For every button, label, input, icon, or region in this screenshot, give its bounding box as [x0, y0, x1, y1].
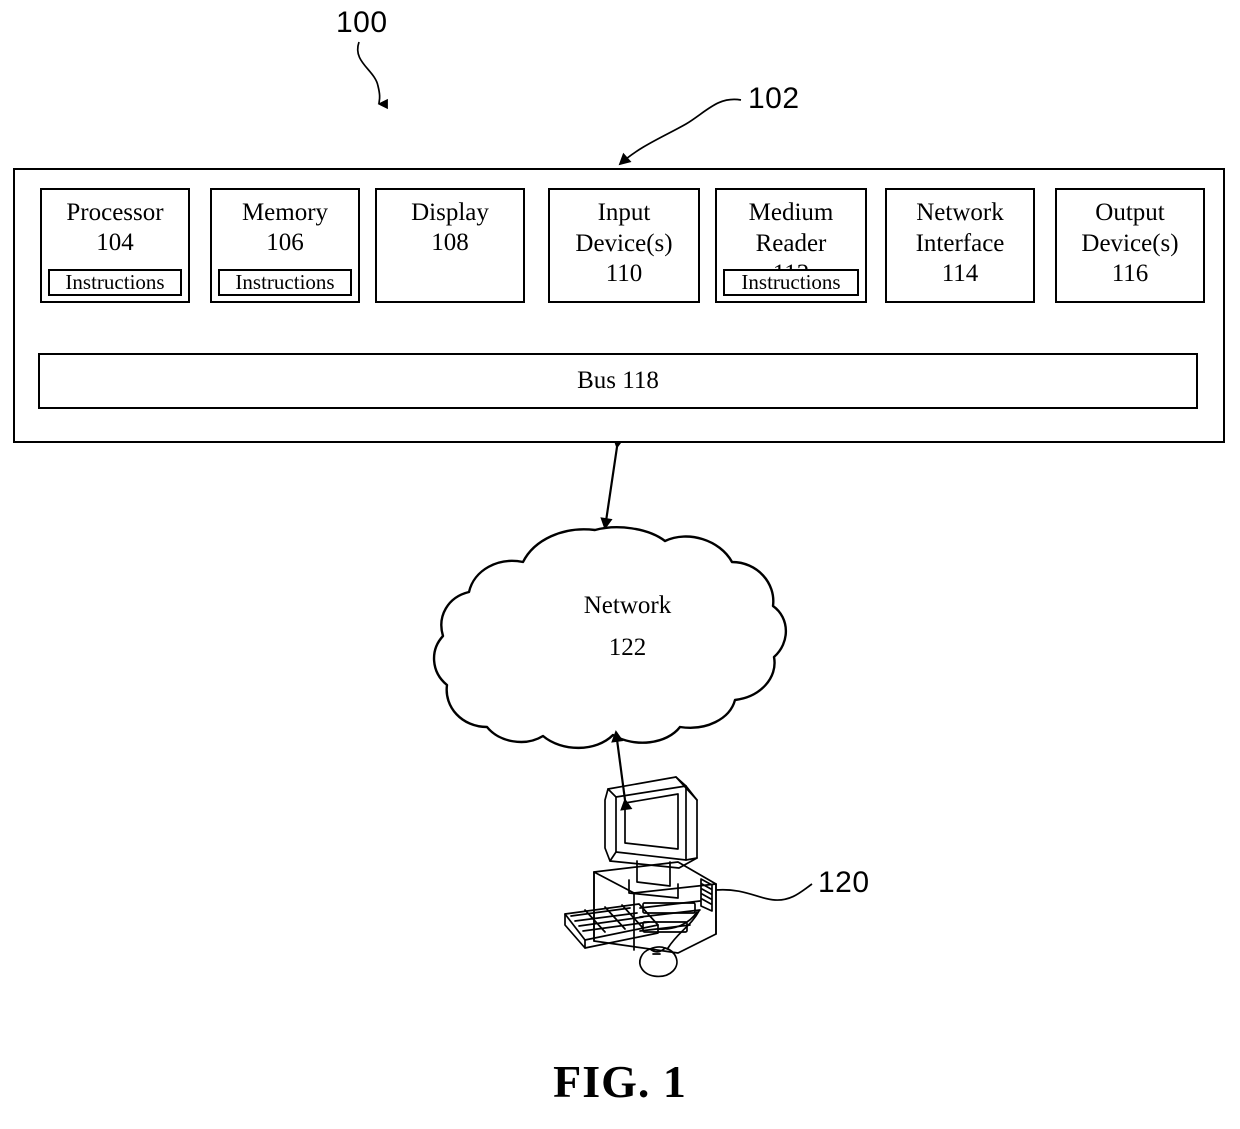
bus-label: Bus 118 — [577, 367, 659, 394]
monitor-screen — [624, 793, 679, 850]
keyboard — [564, 903, 659, 949]
component-number-memory: 106 — [266, 229, 304, 256]
ref-numeral-100: 100 — [336, 6, 388, 39]
component-title-network-interface: Network Interface — [915, 199, 1005, 257]
leader-line-102 — [618, 98, 742, 166]
component-title-medium-reader: Medium Reader — [748, 199, 834, 257]
network-label: Network — [583, 592, 672, 619]
instructions-box-medium-reader: Instructions — [723, 269, 859, 296]
figure-caption: FIG. 1 — [553, 1056, 687, 1107]
component-number-output-devices: 116 — [1111, 260, 1149, 287]
patent-figure: 100 102 120 Processor 104 Instructions Memo… — [0, 0, 1240, 1129]
component-block-processor: Processor 104 Instructions — [40, 188, 190, 303]
ref-numeral-120: 120 — [818, 866, 870, 899]
component-number-processor: 104 — [96, 229, 134, 256]
instructions-box-memory: Instructions — [218, 269, 352, 296]
network-number: 122 — [608, 634, 647, 661]
component-block-output-devices: Output Device(s) 116 — [1055, 188, 1205, 303]
component-number-display: 108 — [431, 229, 469, 256]
component-title-output-devices: Output Device(s) — [1081, 199, 1179, 257]
component-title-processor: Processor — [66, 199, 164, 226]
component-title-input-devices: Input Device(s) — [575, 199, 673, 257]
component-title-display: Display — [411, 199, 489, 226]
client-computer-illustration — [564, 776, 717, 978]
component-block-display: Display 108 — [375, 188, 525, 303]
component-title-memory: Memory — [241, 199, 329, 226]
component-block-network-interface: Network Interface 114 — [885, 188, 1035, 303]
network-cloud-label: Network 122 — [475, 585, 780, 669]
leader-line-120 — [715, 883, 813, 901]
mouse — [639, 946, 678, 978]
network-to-client-arrow — [611, 730, 633, 811]
ref-numeral-102: 102 — [748, 82, 800, 115]
component-block-medium-reader: Medium Reader112Instructions — [715, 188, 867, 303]
component-number-input-devices: 110 — [605, 260, 643, 287]
component-number-network-interface: 114 — [941, 260, 979, 287]
bus-block: Bus 118 — [38, 353, 1198, 409]
component-block-input-devices: Input Device(s) 110 — [548, 188, 700, 303]
instructions-box-processor: Instructions — [48, 269, 182, 296]
leader-line-100 — [356, 41, 388, 110]
frame-to-network-arrow — [600, 436, 625, 530]
component-block-memory: Memory 106 Instructions — [210, 188, 360, 303]
